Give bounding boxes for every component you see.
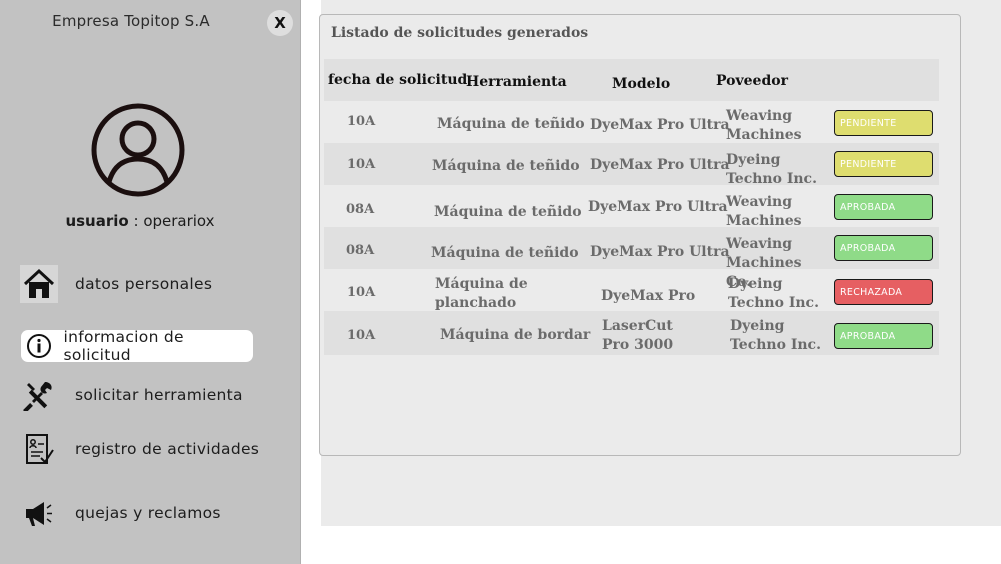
requests-panel: Listado de solicitudes generados fecha d…	[319, 14, 961, 456]
cell-modelo: DyeMax Pro Ultra	[590, 244, 730, 260]
cell-herramienta: Máquina de teñido	[434, 204, 582, 220]
table-row[interactable]: 10A Máquina de teñido DyeMax Pro Ultra W…	[324, 101, 939, 162]
user-label: usuario	[65, 212, 129, 230]
cell-modelo: DyeMax Pro Ultra	[590, 117, 730, 133]
close-sidebar-button[interactable]: X	[267, 10, 293, 36]
cell-herramienta: Máquina de teñido	[431, 245, 579, 261]
cell-fecha: 10A	[347, 157, 376, 172]
nav-label: informacion de solicitud	[63, 328, 184, 364]
user-avatar-icon	[91, 103, 185, 197]
status-badge: APROBADA	[834, 194, 933, 220]
table-row[interactable]: 10A Máquina de planchado DyeMax Pro Dyei…	[324, 269, 939, 311]
clipboard-icon	[20, 430, 58, 468]
sidebar: Empresa Topitop S.A X usuario : operario…	[0, 0, 301, 564]
nav-item-informacion-solicitud[interactable]: informacion de solicitud	[21, 328, 253, 364]
cell-modelo: DyeMax Pro	[601, 288, 696, 304]
header-herramienta: Herramienta	[466, 74, 567, 90]
cell-modelo: DyeMax Pro Ultra	[590, 157, 730, 173]
header-modelo: Modelo	[612, 76, 671, 92]
cell-fecha: 10A	[347, 328, 376, 343]
cell-modelo: DyeMax Pro Ultra	[588, 199, 728, 215]
cell-fecha: 08A	[346, 202, 375, 217]
cell-fecha: 10A	[347, 285, 376, 300]
status-badge: APROBADA	[834, 235, 933, 261]
cell-proveedor: Dyeing Techno Inc.	[726, 152, 817, 187]
cell-herramienta: Máquina de planchado	[435, 276, 528, 311]
table-row[interactable]: 10A Máquina de bordar LaserCut Pro 3000 …	[324, 311, 939, 355]
table-row[interactable]: 08A Máquina de teñido DyeMax Pro Ultra W…	[324, 185, 939, 248]
user-separator: :	[128, 212, 144, 230]
nav-item-solicitar-herramienta[interactable]: solicitar herramienta	[20, 376, 243, 414]
status-badge: APROBADA	[834, 323, 933, 349]
table-row[interactable]: 08A Máquina de teñido DyeMax Pro Ultra W…	[324, 227, 939, 290]
status-badge: RECHAZADA	[834, 279, 933, 305]
home-icon	[20, 265, 58, 303]
nav-item-registro-actividades[interactable]: registro de actividades	[20, 430, 259, 468]
megaphone-icon	[20, 494, 58, 532]
nav-label: datos personales	[75, 275, 213, 293]
status-badge: PENDIENTE	[834, 110, 933, 136]
nav-item-datos-personales[interactable]: datos personales	[20, 265, 212, 303]
nav-label: solicitar herramienta	[75, 386, 243, 404]
nav-label: quejas y reclamos	[75, 504, 221, 522]
cell-proveedor: Dyeing Techno Inc.	[728, 276, 819, 311]
panel-title: Listado de solicitudes generados	[331, 25, 589, 41]
table-row[interactable]: 10A Máquina de teñido DyeMax Pro Ultra D…	[324, 143, 939, 187]
cell-fecha: 08A	[346, 243, 375, 258]
tools-icon	[20, 376, 58, 414]
nav-item-quejas-reclamos[interactable]: quejas y reclamos	[20, 494, 221, 532]
company-name: Empresa Topitop S.A	[52, 12, 210, 30]
nav-label: registro de actividades	[75, 440, 260, 458]
cell-herramienta: Máquina de bordar	[440, 327, 591, 343]
cell-fecha: 10A	[347, 114, 376, 129]
cell-herramienta: Máquina de teñido	[432, 158, 580, 174]
user-info: usuario : operariox	[0, 212, 280, 230]
status-badge: PENDIENTE	[834, 151, 933, 177]
info-icon	[25, 332, 52, 360]
cell-proveedor: Dyeing Techno Inc.	[730, 318, 821, 353]
cell-modelo: LaserCut Pro 3000	[602, 318, 674, 353]
header-proveedor: Poveedor	[716, 73, 788, 89]
cell-herramienta: Máquina de teñido	[437, 116, 585, 132]
header-fecha: fecha de solicitud	[328, 72, 468, 88]
table-header: fecha de solicitud Herramienta Modelo Po…	[324, 59, 939, 101]
username: operariox	[143, 212, 215, 230]
